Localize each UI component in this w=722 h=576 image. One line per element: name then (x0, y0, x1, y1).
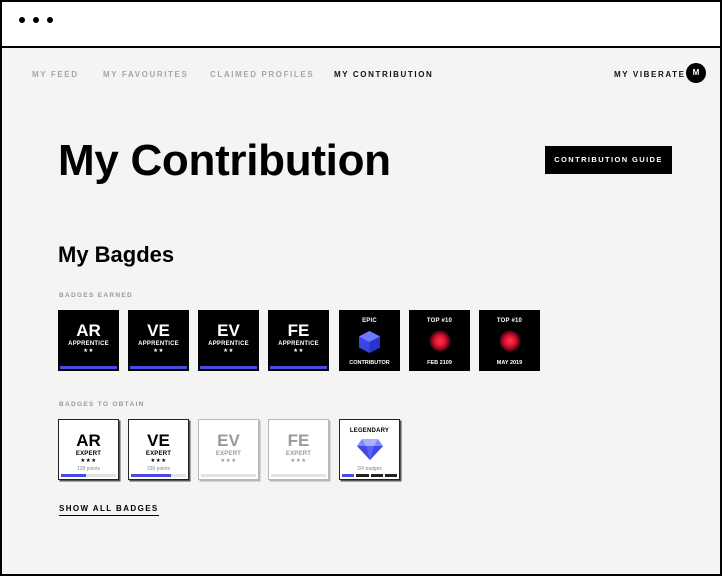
badge-complete-bar (270, 366, 327, 369)
badge-stars: ★★ (153, 348, 164, 354)
hexagon-gem-icon (359, 331, 380, 353)
badge-progress-bar (61, 474, 116, 477)
badges-section-title: My Bagdes (58, 242, 175, 267)
badge-stars: ★★★ (80, 458, 97, 464)
avatar[interactable]: M (686, 63, 706, 83)
badge-obtain-legendary[interactable]: LEGENDARY 2/4 badges (339, 419, 400, 480)
top-navigation: MY FEED MY FAVOURITES CLAIMED PROFILES M… (2, 48, 720, 98)
contribution-guide-button[interactable]: CONTRIBUTION GUIDE (545, 146, 672, 174)
badge-stars: ★★★ (150, 458, 167, 464)
badge-earned-top10-feb[interactable]: TOP #10 FEB 2109 (409, 310, 470, 371)
nav-my-favourites[interactable]: MY FAVOURITES (103, 70, 188, 79)
badge-title: TOP #10 (426, 318, 453, 324)
badge-points: 330 points (146, 466, 171, 472)
badge-stars: ★★★ (290, 458, 307, 464)
badge-earned-ve[interactable]: VE APPRENTICE ★★ (128, 310, 189, 371)
badge-date: FEB 2109 (427, 360, 452, 366)
nav-my-viberate[interactable]: MY VIBERATE (614, 70, 686, 79)
badge-title: TOP #10 (496, 318, 523, 324)
window-dot-1 (19, 17, 25, 23)
badge-earned-top10-may[interactable]: TOP #10 MAY 2019 (479, 310, 540, 371)
badge-level: EXPERT (215, 451, 242, 457)
badge-code: EV (217, 431, 240, 450)
window-titlebar (2, 2, 720, 48)
badge-progress-bar (271, 474, 326, 477)
badge-progress-count: 2/4 badges (357, 466, 382, 472)
badge-earned-ar[interactable]: AR APPRENTICE ★★ (58, 310, 119, 371)
badge-complete-bar (130, 366, 187, 369)
badge-obtain-fe[interactable]: FE EXPERT ★★★ (268, 419, 329, 480)
page-title: My Contribution (58, 136, 391, 185)
badge-code: EV (217, 321, 240, 340)
badge-progress-bar (131, 474, 186, 477)
badge-level: APPRENTICE (278, 341, 319, 347)
red-glow-icon (429, 330, 451, 352)
badge-stars: ★★★ (220, 458, 237, 464)
badge-date: MAY 2019 (496, 360, 523, 366)
badge-level: EXPERT (145, 451, 172, 457)
badge-title: LEGENDARY (349, 428, 390, 434)
badge-stars: ★★ (223, 348, 234, 354)
badge-code: AR (76, 431, 101, 450)
badge-code: FE (287, 431, 310, 450)
nav-my-contribution[interactable]: MY CONTRIBUTION (334, 70, 433, 79)
badge-obtain-ve[interactable]: VE EXPERT ★★★ 330 points (128, 419, 189, 480)
badges-to-obtain-label: BADGES TO OBTAIN (59, 401, 145, 408)
badge-progress-bar (201, 474, 256, 477)
badge-stars: ★★ (293, 348, 304, 354)
segment-4 (384, 474, 397, 477)
badge-code: AR (76, 321, 101, 340)
badge-level: APPRENTICE (138, 341, 179, 347)
window-dot-3 (47, 17, 53, 23)
badge-level: EXPERT (285, 451, 312, 457)
nav-claimed-profiles[interactable]: CLAIMED PROFILES (210, 70, 314, 79)
badge-complete-bar (200, 366, 257, 369)
show-all-badges-link[interactable]: SHOW ALL BADGES (59, 504, 159, 516)
badge-earned-epic-contributor[interactable]: EPIC CONTRIBUTOR (339, 310, 400, 371)
red-glow-icon (499, 330, 521, 352)
segment-1 (342, 474, 355, 477)
badge-earned-ev[interactable]: EV APPRENTICE ★★ (198, 310, 259, 371)
segment-2 (356, 474, 369, 477)
badge-segment-bar (342, 474, 397, 477)
badge-subtitle: CONTRIBUTOR (349, 360, 390, 366)
window-dot-2 (33, 17, 39, 23)
diamond-icon (357, 439, 383, 460)
browser-window: MY FEED MY FAVOURITES CLAIMED PROFILES M… (0, 0, 722, 576)
badge-title: EPIC (362, 318, 377, 324)
badge-level: APPRENTICE (68, 341, 109, 347)
nav-my-feed[interactable]: MY FEED (32, 70, 79, 79)
badge-level: EXPERT (75, 451, 102, 457)
badge-code: FE (287, 321, 310, 340)
badge-complete-bar (60, 366, 117, 369)
badge-stars: ★★ (83, 348, 94, 354)
badge-level: APPRENTICE (208, 341, 249, 347)
badge-obtain-ev[interactable]: EV EXPERT ★★★ (198, 419, 259, 480)
badge-points: 128 points (76, 466, 101, 472)
badge-code: VE (147, 431, 170, 450)
badge-obtain-ar[interactable]: AR EXPERT ★★★ 128 points (58, 419, 119, 480)
badges-earned-label: BADGES EARNED (59, 292, 133, 299)
badge-code: VE (147, 321, 170, 340)
badge-earned-fe[interactable]: FE APPRENTICE ★★ (268, 310, 329, 371)
segment-3 (370, 474, 383, 477)
